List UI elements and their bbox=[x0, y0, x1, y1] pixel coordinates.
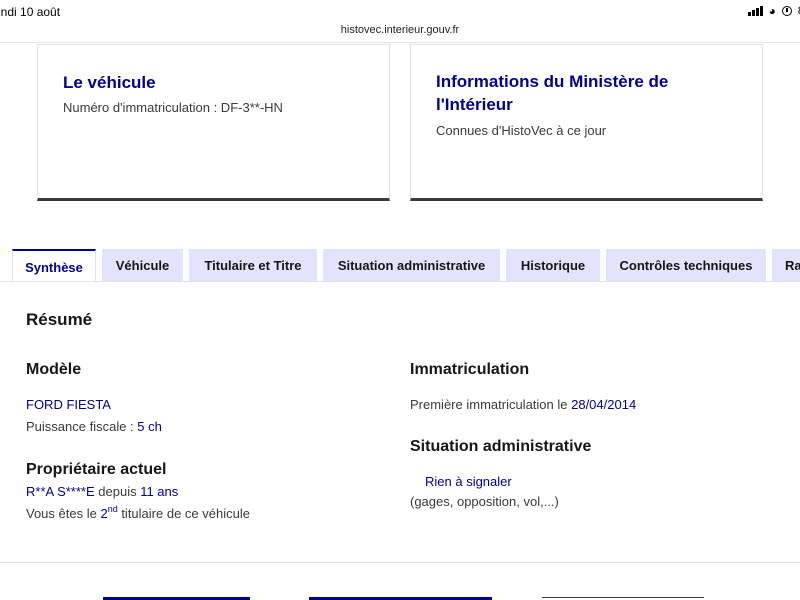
first-registration: Première immatriculation le 28/04/2014 bbox=[410, 397, 636, 412]
model-value: FORD FIESTA bbox=[26, 397, 111, 412]
address-bar-url[interactable]: histovec.interieur.gouv.fr bbox=[0, 24, 800, 36]
admin-status-details: (gages, opposition, vol,...) bbox=[410, 494, 559, 509]
owner-since-label: depuis bbox=[94, 484, 141, 499]
owner-line: R**A S****E depuis 11 ans bbox=[26, 484, 178, 499]
first-registration-date: 28/04/2014 bbox=[571, 397, 637, 412]
admin-status-heading: Situation administrative bbox=[410, 438, 592, 455]
registration-heading: Immatriculation bbox=[410, 361, 530, 378]
ministry-card-title: Informations du Ministère de l'Intérieur bbox=[436, 72, 669, 114]
vehicle-card: Le véhicule Numéro d'immatriculation : D… bbox=[37, 44, 390, 201]
first-registration-label: Première immatriculation le bbox=[410, 397, 572, 412]
summary-title: Résumé bbox=[26, 310, 93, 329]
tab-rapport[interactable]: Rap bbox=[772, 249, 800, 281]
ministry-card-text: Connues d'HistoVec à ce jour bbox=[436, 123, 607, 138]
model-heading: Modèle bbox=[26, 361, 82, 378]
tab-historique[interactable]: Historique bbox=[506, 249, 600, 281]
vehicle-card-plate: Numéro d'immatriculation : DF-3**-HN bbox=[63, 100, 283, 115]
tab-titulaire-titre[interactable]: Titulaire et Titre bbox=[189, 249, 317, 281]
holder-rank-suffix: titulaire de ce véhicule bbox=[117, 506, 250, 521]
address-bar-divider bbox=[0, 42, 800, 43]
admin-status-value: Rien à signaler bbox=[425, 474, 512, 489]
cellular-signal-icon bbox=[747, 6, 763, 16]
orientation-lock-icon bbox=[781, 6, 792, 16]
wifi-icon: ◕ bbox=[768, 4, 776, 18]
holder-rank-line: Vous êtes le 2nd titulaire de ce véhicul… bbox=[26, 504, 250, 521]
fiscal-power-value: 5 ch bbox=[137, 419, 162, 434]
holder-rank-suffix-sup: nd bbox=[107, 504, 118, 514]
owner-name: R**A S****E bbox=[26, 484, 95, 499]
tab-synthese[interactable]: Synthèse bbox=[12, 249, 96, 283]
fiscal-power-label: Puissance fiscale : bbox=[26, 419, 138, 434]
status-icons: ◕ 8 bbox=[747, 4, 800, 18]
owner-since-value: 11 ans bbox=[140, 484, 179, 499]
tab-controles-techniques[interactable]: Contrôles techniques bbox=[606, 249, 766, 281]
holder-rank-number: 2 bbox=[100, 506, 108, 521]
tab-bar: Synthèse Véhicule Titulaire et Titre Sit… bbox=[12, 249, 800, 283]
status-date: undi 10 août bbox=[0, 5, 61, 19]
tab-situation-administrative[interactable]: Situation administrative bbox=[323, 249, 500, 281]
owner-heading: Propriétaire actuel bbox=[26, 461, 167, 478]
ministry-card: Informations du Ministère de l'Intérieur… bbox=[410, 44, 763, 201]
fiscal-power: Puissance fiscale : 5 ch bbox=[26, 419, 162, 434]
tab-vehicule[interactable]: Véhicule bbox=[102, 249, 183, 281]
vehicle-card-title: Le véhicule bbox=[63, 73, 156, 92]
status-bar: undi 10 août ◕ 8 histovec.interieur.gouv… bbox=[0, 0, 800, 36]
holder-rank-prefix: Vous êtes le bbox=[26, 506, 101, 521]
